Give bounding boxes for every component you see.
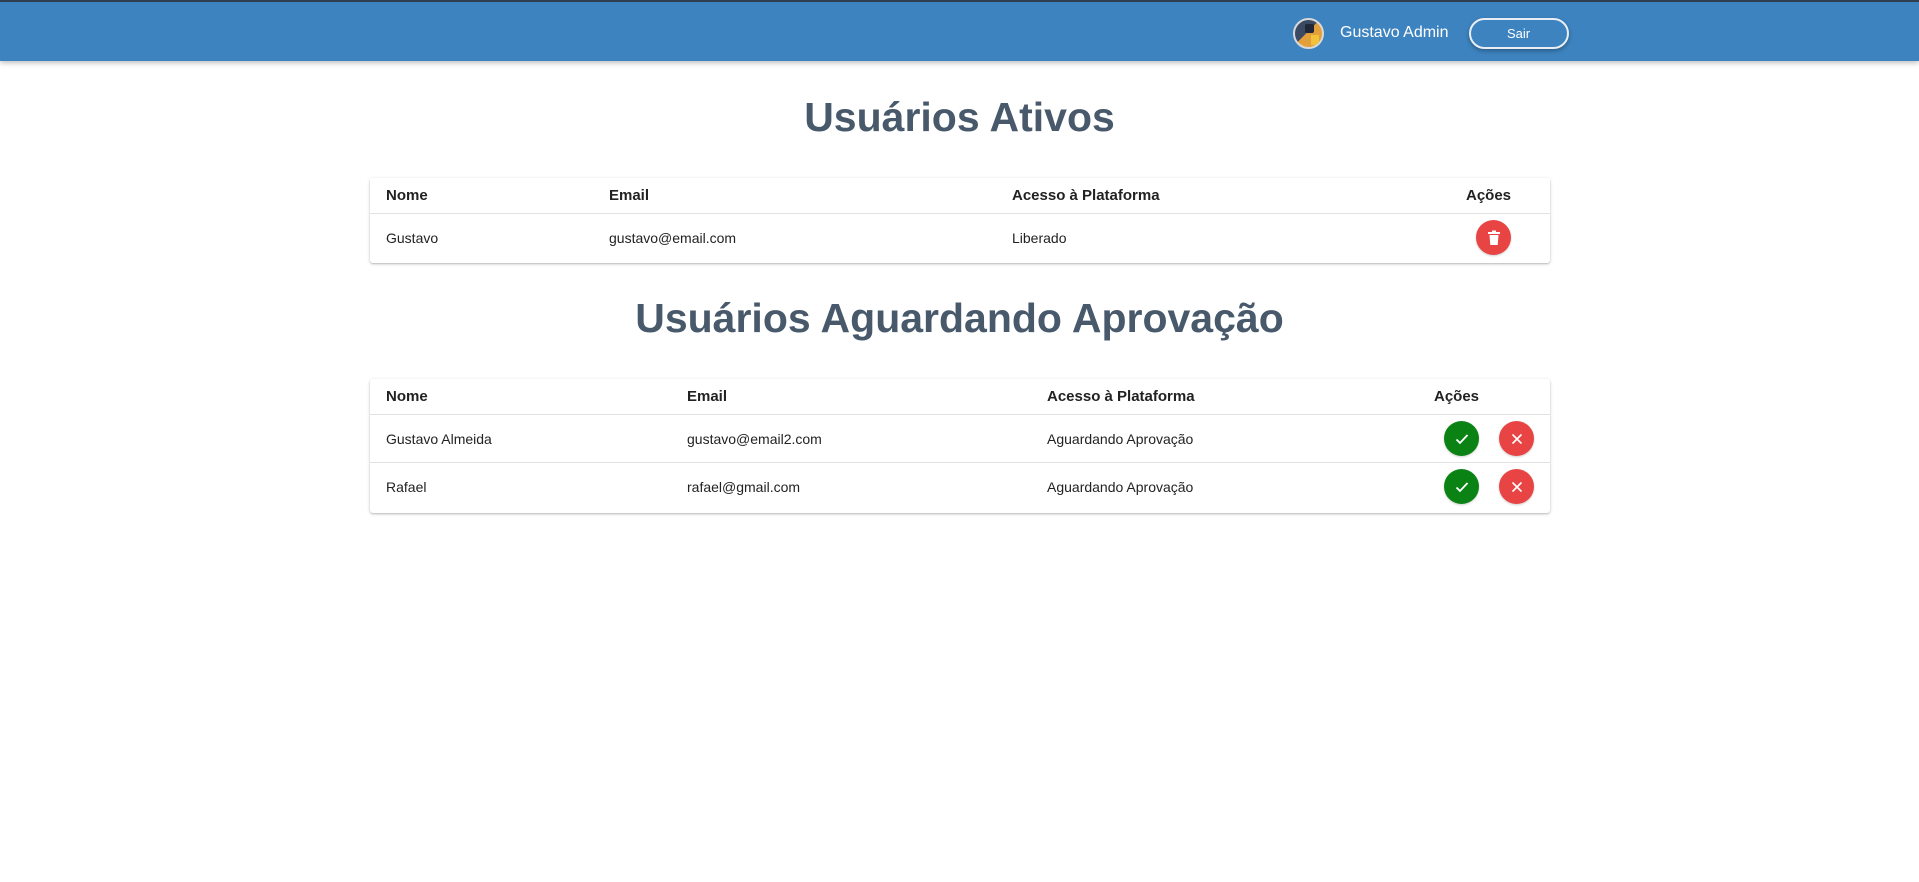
- user-access-cell: Aguardando Aprovação: [1047, 430, 1194, 447]
- column-header-access: Acesso à Plataforma: [1012, 187, 1160, 204]
- user-name-cell: Gustavo Almeida: [386, 430, 492, 447]
- column-header-email: Email: [609, 187, 650, 204]
- table-row: Rafael rafael@gmail.com Aguardando Aprov…: [370, 463, 1550, 511]
- table-header: Nome Email Acesso à Plataforma Ações: [370, 178, 1550, 214]
- user-name-cell: Gustavo: [386, 230, 439, 246]
- close-icon: [1511, 433, 1522, 444]
- close-icon: [1511, 481, 1522, 492]
- approve-user-button[interactable]: [1444, 469, 1479, 504]
- column-header-actions: Ações: [1466, 187, 1512, 204]
- active-users-table: Nome Email Acesso à Plataforma Ações Gus…: [370, 178, 1550, 263]
- approve-user-button[interactable]: [1444, 421, 1479, 456]
- pending-users-table: Nome Email Acesso à Plataforma Ações Gus…: [370, 379, 1550, 513]
- active-users-title: Usuários Ativos: [804, 94, 1115, 140]
- check-icon: [1455, 481, 1468, 492]
- column-header-name: Nome: [386, 388, 428, 405]
- user-area: Gustavo Admin Sair: [1293, 17, 1569, 49]
- column-header-actions: Ações: [1434, 388, 1480, 405]
- trash-icon: [1487, 230, 1500, 245]
- user-access-cell: Aguardando Aprovação: [1047, 479, 1194, 495]
- check-icon: [1455, 433, 1468, 444]
- table-row: Gustavo Almeida gustavo@email2.com Aguar…: [370, 415, 1550, 463]
- column-header-access: Acesso à Plataforma: [1047, 388, 1195, 405]
- user-email-cell: gustavo@email2.com: [687, 430, 822, 447]
- user-access-cell: Liberado: [1012, 230, 1067, 246]
- table-row: Gustavo gustavo@email.com Liberado: [370, 214, 1550, 262]
- delete-user-button[interactable]: [1476, 220, 1511, 255]
- user-email-cell: rafael@gmail.com: [687, 479, 801, 495]
- reject-user-button[interactable]: [1499, 469, 1534, 504]
- avatar[interactable]: [1293, 17, 1324, 49]
- user-email-cell: gustavo@email.com: [609, 230, 737, 246]
- column-header-name: Nome: [386, 187, 428, 204]
- logout-button[interactable]: Sair: [1468, 17, 1569, 49]
- column-header-email: Email: [687, 388, 728, 405]
- pending-users-title: Usuários Aguardando Aprovação: [635, 295, 1284, 341]
- table-header: Nome Email Acesso à Plataforma Ações: [370, 379, 1550, 415]
- user-name: Gustavo Admin: [1340, 24, 1449, 41]
- top-bar: Gustavo Admin Sair: [0, 0, 1919, 61]
- reject-user-button[interactable]: [1499, 421, 1534, 456]
- user-name-cell: Rafael: [386, 479, 427, 495]
